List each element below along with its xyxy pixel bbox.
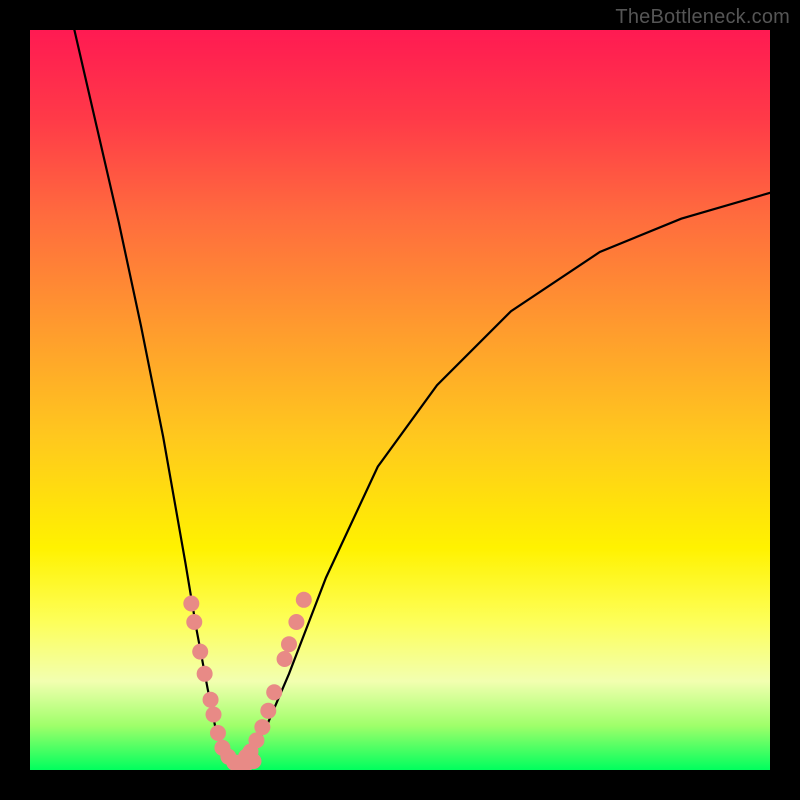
data-dot — [277, 651, 293, 667]
watermark-text: TheBottleneck.com — [615, 6, 790, 29]
data-dot — [281, 636, 297, 652]
data-dot — [192, 644, 208, 660]
right-curve — [237, 193, 770, 763]
data-dot — [186, 614, 202, 630]
left-curve — [74, 30, 237, 763]
data-dot — [197, 666, 213, 682]
data-dot — [206, 707, 222, 723]
data-dot — [254, 719, 270, 735]
chart-overlay — [30, 30, 770, 770]
left-dots-group — [183, 596, 242, 771]
data-dot — [210, 725, 226, 741]
bottom-dots-group — [228, 753, 262, 770]
data-dot — [288, 614, 304, 630]
data-dot — [203, 692, 219, 708]
right-dots-group — [238, 592, 312, 765]
data-dot — [245, 753, 261, 769]
data-dot — [260, 703, 276, 719]
data-dot — [266, 684, 282, 700]
data-dot — [296, 592, 312, 608]
data-dot — [183, 596, 199, 612]
